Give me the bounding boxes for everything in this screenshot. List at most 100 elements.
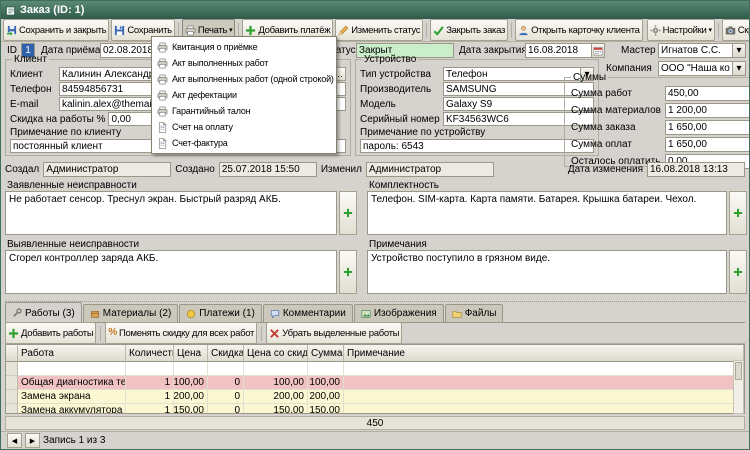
cell-work[interactable]: Общая диагностика телефона: [18, 376, 126, 390]
table-row[interactable]: Замена экрана 1 200,00 0 200,00 200,00: [6, 390, 744, 404]
tab-images[interactable]: Изображения: [353, 304, 444, 322]
device-type-input[interactable]: [443, 67, 580, 81]
filter-cell[interactable]: [244, 362, 308, 376]
check-icon: [433, 25, 444, 36]
client-name-label: Клиент: [10, 68, 43, 80]
add-identified-fault-button[interactable]: [339, 250, 357, 294]
cell-price[interactable]: 200,00: [174, 390, 208, 404]
cell-sum[interactable]: 100,00: [308, 376, 344, 390]
filter-cell[interactable]: [344, 362, 744, 376]
tab-works[interactable]: Работы (3): [5, 302, 82, 323]
menu-item-label: Гарантийный талон: [172, 106, 251, 116]
master-field[interactable]: ▾: [658, 43, 746, 58]
toolbar-separator: [511, 22, 513, 38]
cell-discount[interactable]: 0: [208, 376, 244, 390]
column-header-qty[interactable]: Количество: [126, 345, 174, 362]
change-status-button[interactable]: Изменить статус: [335, 19, 424, 41]
declared-faults-label: Заявленные неисправности: [7, 180, 137, 191]
filter-cell[interactable]: [308, 362, 344, 376]
window-title: Заказ (ID: 1): [20, 4, 85, 16]
close-order-button[interactable]: Закрыть заказ: [430, 19, 509, 41]
device-type-label: Тип устройства: [360, 68, 431, 80]
cell-discount[interactable]: 0: [208, 390, 244, 404]
filter-cell[interactable]: [126, 362, 174, 376]
row-selector[interactable]: [6, 376, 18, 390]
cell-note[interactable]: [344, 390, 744, 404]
scrollbar-thumb[interactable]: [735, 362, 742, 380]
cell-price[interactable]: 100,00: [174, 376, 208, 390]
menu-item-completed-works-act[interactable]: Акт выполненных работ: [152, 55, 336, 71]
filter-cell[interactable]: [208, 362, 244, 376]
modified-at-field: [647, 161, 745, 177]
cell-work[interactable]: Замена аккумулятора: [18, 404, 126, 413]
menu-item-completed-works-act-oneline[interactable]: Акт выполненных работ (одной строкой): [152, 71, 336, 87]
table-row[interactable]: Замена аккумулятора 1 150,00 0 150,00 15…: [6, 404, 744, 413]
notes-text[interactable]: Устройство поступило в грязном виде.: [367, 250, 727, 294]
filter-cell[interactable]: [18, 362, 126, 376]
menu-item-warranty-card[interactable]: Гарантийный талон: [152, 103, 336, 119]
tab-works-label: Работы (3): [25, 307, 75, 319]
cell-discount[interactable]: 0: [208, 404, 244, 413]
add-works-button[interactable]: Добавить работы: [5, 322, 97, 344]
nav-next-button[interactable]: ▶: [25, 433, 40, 448]
cell-price-disc[interactable]: 200,00: [244, 390, 308, 404]
cell-sum[interactable]: 200,00: [308, 390, 344, 404]
menu-item-payment-invoice[interactable]: Счет на оплату: [152, 119, 336, 135]
grid-vscrollbar[interactable]: [733, 360, 744, 414]
grid-filter-row[interactable]: [6, 362, 744, 376]
tab-payments[interactable]: Платежи (1): [179, 304, 262, 322]
tab-materials[interactable]: Материалы (2): [82, 304, 179, 322]
nav-prev-button[interactable]: ◀: [7, 433, 22, 448]
save-close-icon: [6, 25, 17, 36]
cell-note[interactable]: [344, 376, 744, 390]
add-note-button[interactable]: [729, 250, 747, 294]
chevron-down-icon[interactable]: ▾: [732, 43, 746, 58]
row-selector[interactable]: [6, 404, 18, 413]
device-group: Устройство Тип устройства ▾ Производител…: [355, 54, 599, 156]
table-row[interactable]: Общая диагностика телефона 1 100,00 0 10…: [6, 376, 744, 390]
menu-item-acceptance-receipt[interactable]: Квитанция о приёмке: [152, 39, 336, 55]
master-input[interactable]: [658, 43, 732, 58]
printer-icon: [157, 106, 168, 117]
declared-faults-text[interactable]: Не работает сенсор. Треснул экран. Быстр…: [5, 191, 337, 235]
add-completeness-button[interactable]: [729, 191, 747, 235]
tab-comments[interactable]: Комментарии: [262, 304, 353, 322]
change-discount-button[interactable]: % Поменять скидку для всех работ: [105, 322, 258, 344]
column-header-work[interactable]: Работа: [18, 345, 126, 362]
cell-price-disc[interactable]: 100,00: [244, 376, 308, 390]
add-declared-fault-button[interactable]: [339, 191, 357, 235]
modified-at-label: Дата изменения: [567, 163, 643, 175]
column-header-price-disc[interactable]: Цена со скидкой: [244, 345, 308, 362]
column-header-discount[interactable]: Скидка %: [208, 345, 244, 362]
device-note-field[interactable]: [360, 139, 594, 153]
cell-note[interactable]: [344, 404, 744, 413]
created-at-label: Создано: [175, 163, 215, 175]
settings-button[interactable]: Настройки ▾: [646, 19, 715, 41]
change-discount-label: Поменять скидку для всех работ: [118, 327, 255, 339]
created-by-field: [43, 161, 172, 177]
filter-cell[interactable]: [174, 362, 208, 376]
cell-sum[interactable]: 150,00: [308, 404, 344, 413]
menu-item-invoice-factura[interactable]: Счет-фактура: [152, 135, 336, 151]
screenshot-button[interactable]: Скриншот ▾: [721, 19, 749, 41]
column-header-sum[interactable]: Сумма: [308, 345, 344, 362]
document-icon: [157, 121, 168, 133]
open-client-card-button[interactable]: Открыть карточку клиента: [515, 19, 643, 41]
cell-work[interactable]: Замена экрана: [18, 390, 126, 404]
identified-faults-text[interactable]: Сгорел контроллер заряда АКБ.: [5, 250, 337, 294]
cell-price-disc[interactable]: 150,00: [244, 404, 308, 413]
splitter[interactable]: [5, 301, 745, 302]
remove-works-button[interactable]: Убрать выделенные работы: [266, 322, 403, 344]
tab-files[interactable]: Файлы: [444, 304, 504, 322]
cell-price[interactable]: 150,00: [174, 404, 208, 413]
cell-qty[interactable]: 1: [126, 404, 174, 413]
column-header-price[interactable]: Цена: [174, 345, 208, 362]
completeness-text[interactable]: Телефон. SIM-карта. Карта памяти. Батаре…: [367, 191, 727, 235]
cell-qty[interactable]: 1: [126, 376, 174, 390]
toolbar-separator: [426, 22, 428, 38]
row-selector[interactable]: [6, 390, 18, 404]
save-close-button[interactable]: Сохранить и закрыть: [3, 19, 110, 41]
column-header-note[interactable]: Примечание: [344, 345, 744, 362]
menu-item-defect-act[interactable]: Акт дефектации: [152, 87, 336, 103]
cell-qty[interactable]: 1: [126, 390, 174, 404]
